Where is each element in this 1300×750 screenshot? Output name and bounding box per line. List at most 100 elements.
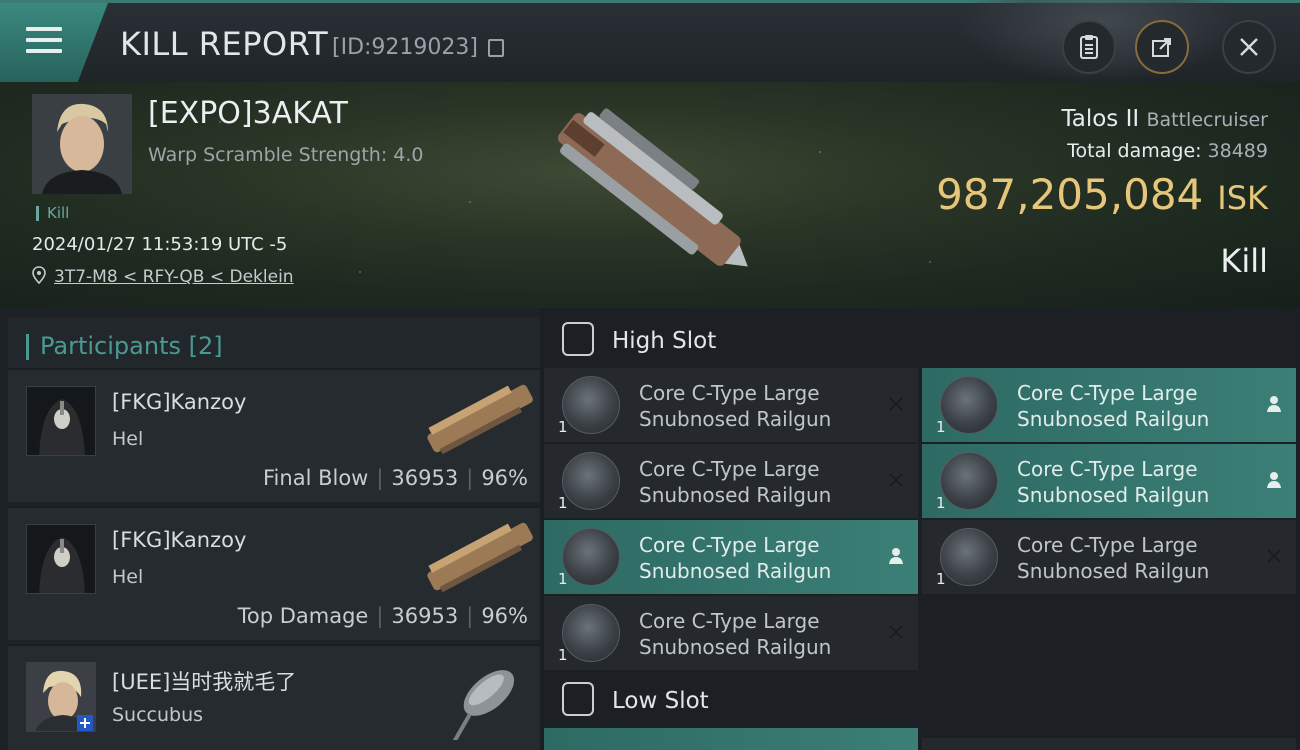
module-slot[interactable]: 1 Core C-Type Large Snubnosed Railgun — [544, 596, 918, 670]
close-icon — [1240, 38, 1258, 56]
module-slot-partial[interactable] — [922, 738, 1296, 750]
destroyed-x-icon — [889, 473, 903, 487]
module-slot[interactable]: 1 Core C-Type Large Snubnosed Railgun — [544, 520, 918, 594]
railgun-icon — [562, 528, 620, 586]
hamburger-icon — [26, 27, 62, 55]
hooded-pilot-icon — [27, 387, 95, 455]
total-damage-value: 38489 — [1207, 140, 1268, 162]
location-pin-icon — [32, 266, 46, 284]
destroyed-x-icon — [889, 625, 903, 639]
participant-name[interactable]: [UEE]当时我就毛了 — [112, 666, 296, 696]
copy-id-icon[interactable] — [488, 39, 504, 57]
high-slot-icon — [562, 322, 594, 356]
module-quantity: 1 — [558, 418, 568, 436]
ship-class: Battlecruiser — [1146, 109, 1268, 131]
participant-damage: 36953 — [391, 604, 459, 628]
close-button[interactable] — [1222, 20, 1276, 74]
participant-stats: Final Blow | 36953 | 96% — [263, 466, 528, 490]
share-icon — [1152, 38, 1171, 57]
participant-card[interactable]: [FKG]Kanzoy Hel Final Blow | 36953 | 96% — [8, 368, 540, 502]
railgun-icon — [940, 376, 998, 434]
module-name: Core C-Type Large Snubnosed Railgun — [1017, 533, 1210, 583]
railgun-icon — [562, 604, 620, 662]
kill-location-link[interactable]: 3T7-M8 < RFY-QB < Deklein — [54, 267, 294, 287]
total-damage: Total damage: 38489 — [1067, 140, 1268, 162]
isk-value: 987,205,084 ISK — [936, 170, 1268, 219]
participant-avatar[interactable] — [26, 662, 96, 732]
dropped-person-icon — [1267, 472, 1281, 488]
module-quantity: 1 — [558, 646, 568, 664]
participant-ship-image — [427, 384, 533, 455]
menu-button[interactable] — [0, 3, 108, 82]
module-quantity: 1 — [936, 570, 946, 588]
module-slot[interactable]: 1 Core C-Type Large Snubnosed Railgun — [922, 444, 1296, 518]
railgun-icon — [940, 528, 998, 586]
low-slot-header: Low Slot — [544, 670, 1300, 728]
module-slot[interactable]: 1 Core C-Type Large Snubnosed Railgun — [922, 520, 1296, 594]
railgun-icon — [562, 452, 620, 510]
kill-result: Kill — [1220, 242, 1268, 280]
participant-percent: 96% — [481, 466, 528, 490]
module-name: Core C-Type Large Snubnosed Railgun — [639, 609, 832, 659]
module-name: Core C-Type Large Snubnosed Railgun — [1017, 381, 1210, 431]
participant-percent: 96% — [481, 604, 528, 628]
module-quantity: 1 — [936, 494, 946, 512]
kill-datetime: 2024/01/27 11:53:19 UTC -5 — [32, 234, 288, 255]
participant-role: Top Damage — [237, 604, 369, 628]
dropped-person-icon — [889, 548, 903, 564]
module-slot[interactable]: 1 Core C-Type Large Snubnosed Railgun — [922, 368, 1296, 442]
share-button[interactable] — [1135, 20, 1189, 74]
participant-ship: Hel — [112, 428, 144, 450]
module-name: Core C-Type Large Snubnosed Railgun — [639, 381, 832, 431]
destroyed-x-icon — [1267, 549, 1281, 563]
isk-unit: ISK — [1217, 179, 1268, 217]
victim-avatar[interactable] — [32, 94, 132, 194]
participants-title: Participants [2] — [40, 332, 223, 360]
railgun-icon — [940, 452, 998, 510]
kill-type-tag: Kill — [36, 206, 69, 221]
participant-stats: Top Damage | 36953 | 96% — [237, 604, 528, 628]
module-name: Core C-Type Large Snubnosed Railgun — [639, 457, 832, 507]
participant-ship: Hel — [112, 566, 144, 588]
module-slot[interactable]: 1 Core C-Type Large Snubnosed Railgun — [544, 444, 918, 518]
participant-ship-image — [427, 522, 533, 593]
accent-bar — [26, 334, 29, 360]
fitting-panel: High Slot 1 Core C-Type Large Snubnosed R… — [544, 308, 1300, 750]
module-slot[interactable]: 1 Core C-Type Large Snubnosed Railgun — [544, 368, 918, 442]
dropped-person-icon — [1267, 396, 1281, 412]
low-slot-label: Low Slot — [612, 688, 709, 714]
participant-ship-image — [448, 670, 515, 740]
participant-damage: 36953 — [391, 466, 459, 490]
report-header: KILL REPORT [ID:9219023] — [0, 0, 1300, 83]
railgun-icon — [562, 376, 620, 434]
participant-role: Final Blow — [263, 466, 369, 490]
module-quantity: 1 — [558, 570, 568, 588]
participant-avatar[interactable] — [26, 524, 96, 594]
pilot-portrait-icon — [32, 94, 132, 194]
participant-name[interactable]: [FKG]Kanzoy — [112, 390, 246, 414]
participant-ship: Succubus — [112, 704, 204, 726]
module-quantity: 1 — [936, 418, 946, 436]
total-damage-label: Total damage: — [1067, 140, 1202, 162]
report-id: [ID:9219023] — [332, 35, 478, 60]
destroyed-x-icon — [889, 397, 903, 411]
pilot-portrait-icon — [27, 663, 95, 731]
participants-header[interactable]: Participants [2] — [8, 318, 540, 374]
high-slot-label: High Slot — [612, 328, 717, 354]
page-title: KILL REPORT — [120, 25, 329, 63]
module-quantity: 1 — [558, 494, 568, 512]
victim-name[interactable]: [EXPO]3AKAT — [148, 96, 348, 131]
high-slot-header: High Slot — [544, 310, 1300, 368]
victim-ship: Talos II Battlecruiser — [1061, 106, 1268, 132]
module-slot-partial[interactable] — [544, 728, 918, 750]
participant-card[interactable]: [FKG]Kanzoy Hel Top Damage | 36953 | 96% — [8, 506, 540, 640]
clipboard-icon — [1080, 35, 1098, 59]
clipboard-button[interactable] — [1062, 20, 1116, 74]
participant-name[interactable]: [FKG]Kanzoy — [112, 528, 246, 552]
ship-name[interactable]: Talos II — [1061, 106, 1139, 132]
victim-banner: [EXPO]3AKAT Warp Scramble Strength: 4.0 … — [0, 82, 1300, 308]
module-name: Core C-Type Large Snubnosed Railgun — [1017, 457, 1210, 507]
participant-card[interactable]: [UEE]当时我就毛了 Succubus — [8, 644, 540, 750]
participant-avatar[interactable] — [26, 386, 96, 456]
low-slot-icon — [562, 682, 594, 716]
